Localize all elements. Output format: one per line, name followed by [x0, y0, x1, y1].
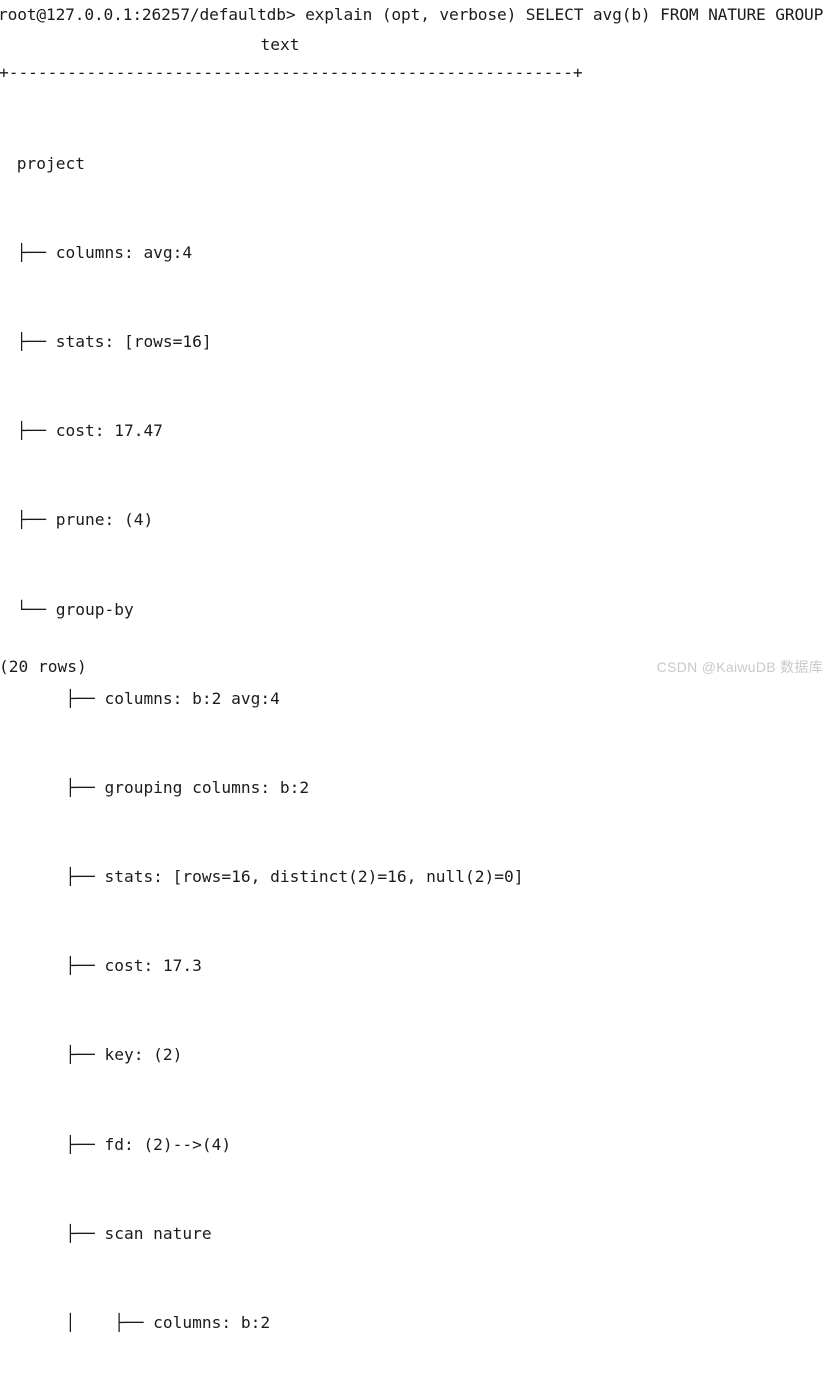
result-column-header: text [260, 35, 300, 54]
plan-line: ├── cost: 17.3 [7, 956, 202, 976]
plan-line: ├── cost: 17.47 [7, 421, 163, 441]
plan-line: ├── key: (2) [7, 1045, 183, 1065]
plan-line: ├── prune: (4) [7, 510, 154, 530]
csdn-watermark: CSDN @KaiwuDB 数据库 [656, 659, 823, 676]
plan-line: project [7, 153, 85, 173]
plan-line: ├── grouping columns: b:2 [7, 777, 310, 797]
plan-line: ├── stats: [rows=16, distinct(2)=16, nul… [7, 867, 524, 887]
terminal-output-pane: root@127.0.0.1:26257/defaultdb> explain … [0, 0, 832, 1332]
plan-line: ├── columns: b:2 avg:4 [7, 688, 280, 708]
plan-line: ├── fd: (2)-->(4) [7, 1134, 232, 1154]
table-separator-rule: +---------------------------------------… [0, 63, 583, 82]
query-plan-tree: project ├── columns: avg:4 ├── stats: [r… [7, 89, 572, 1390]
sql-prompt-line: root@127.0.0.1:26257/defaultdb> explain … [0, 5, 832, 24]
plan-line: ├── columns: avg:4 [7, 242, 193, 262]
plan-line: │ ├── columns: b:2 [7, 1313, 271, 1333]
row-count-label: (20 rows) [0, 657, 87, 676]
plan-line: ├── stats: [rows=16] [7, 331, 212, 351]
plan-line: ├── scan nature [7, 1223, 212, 1243]
plan-line: └── group-by [7, 599, 134, 619]
